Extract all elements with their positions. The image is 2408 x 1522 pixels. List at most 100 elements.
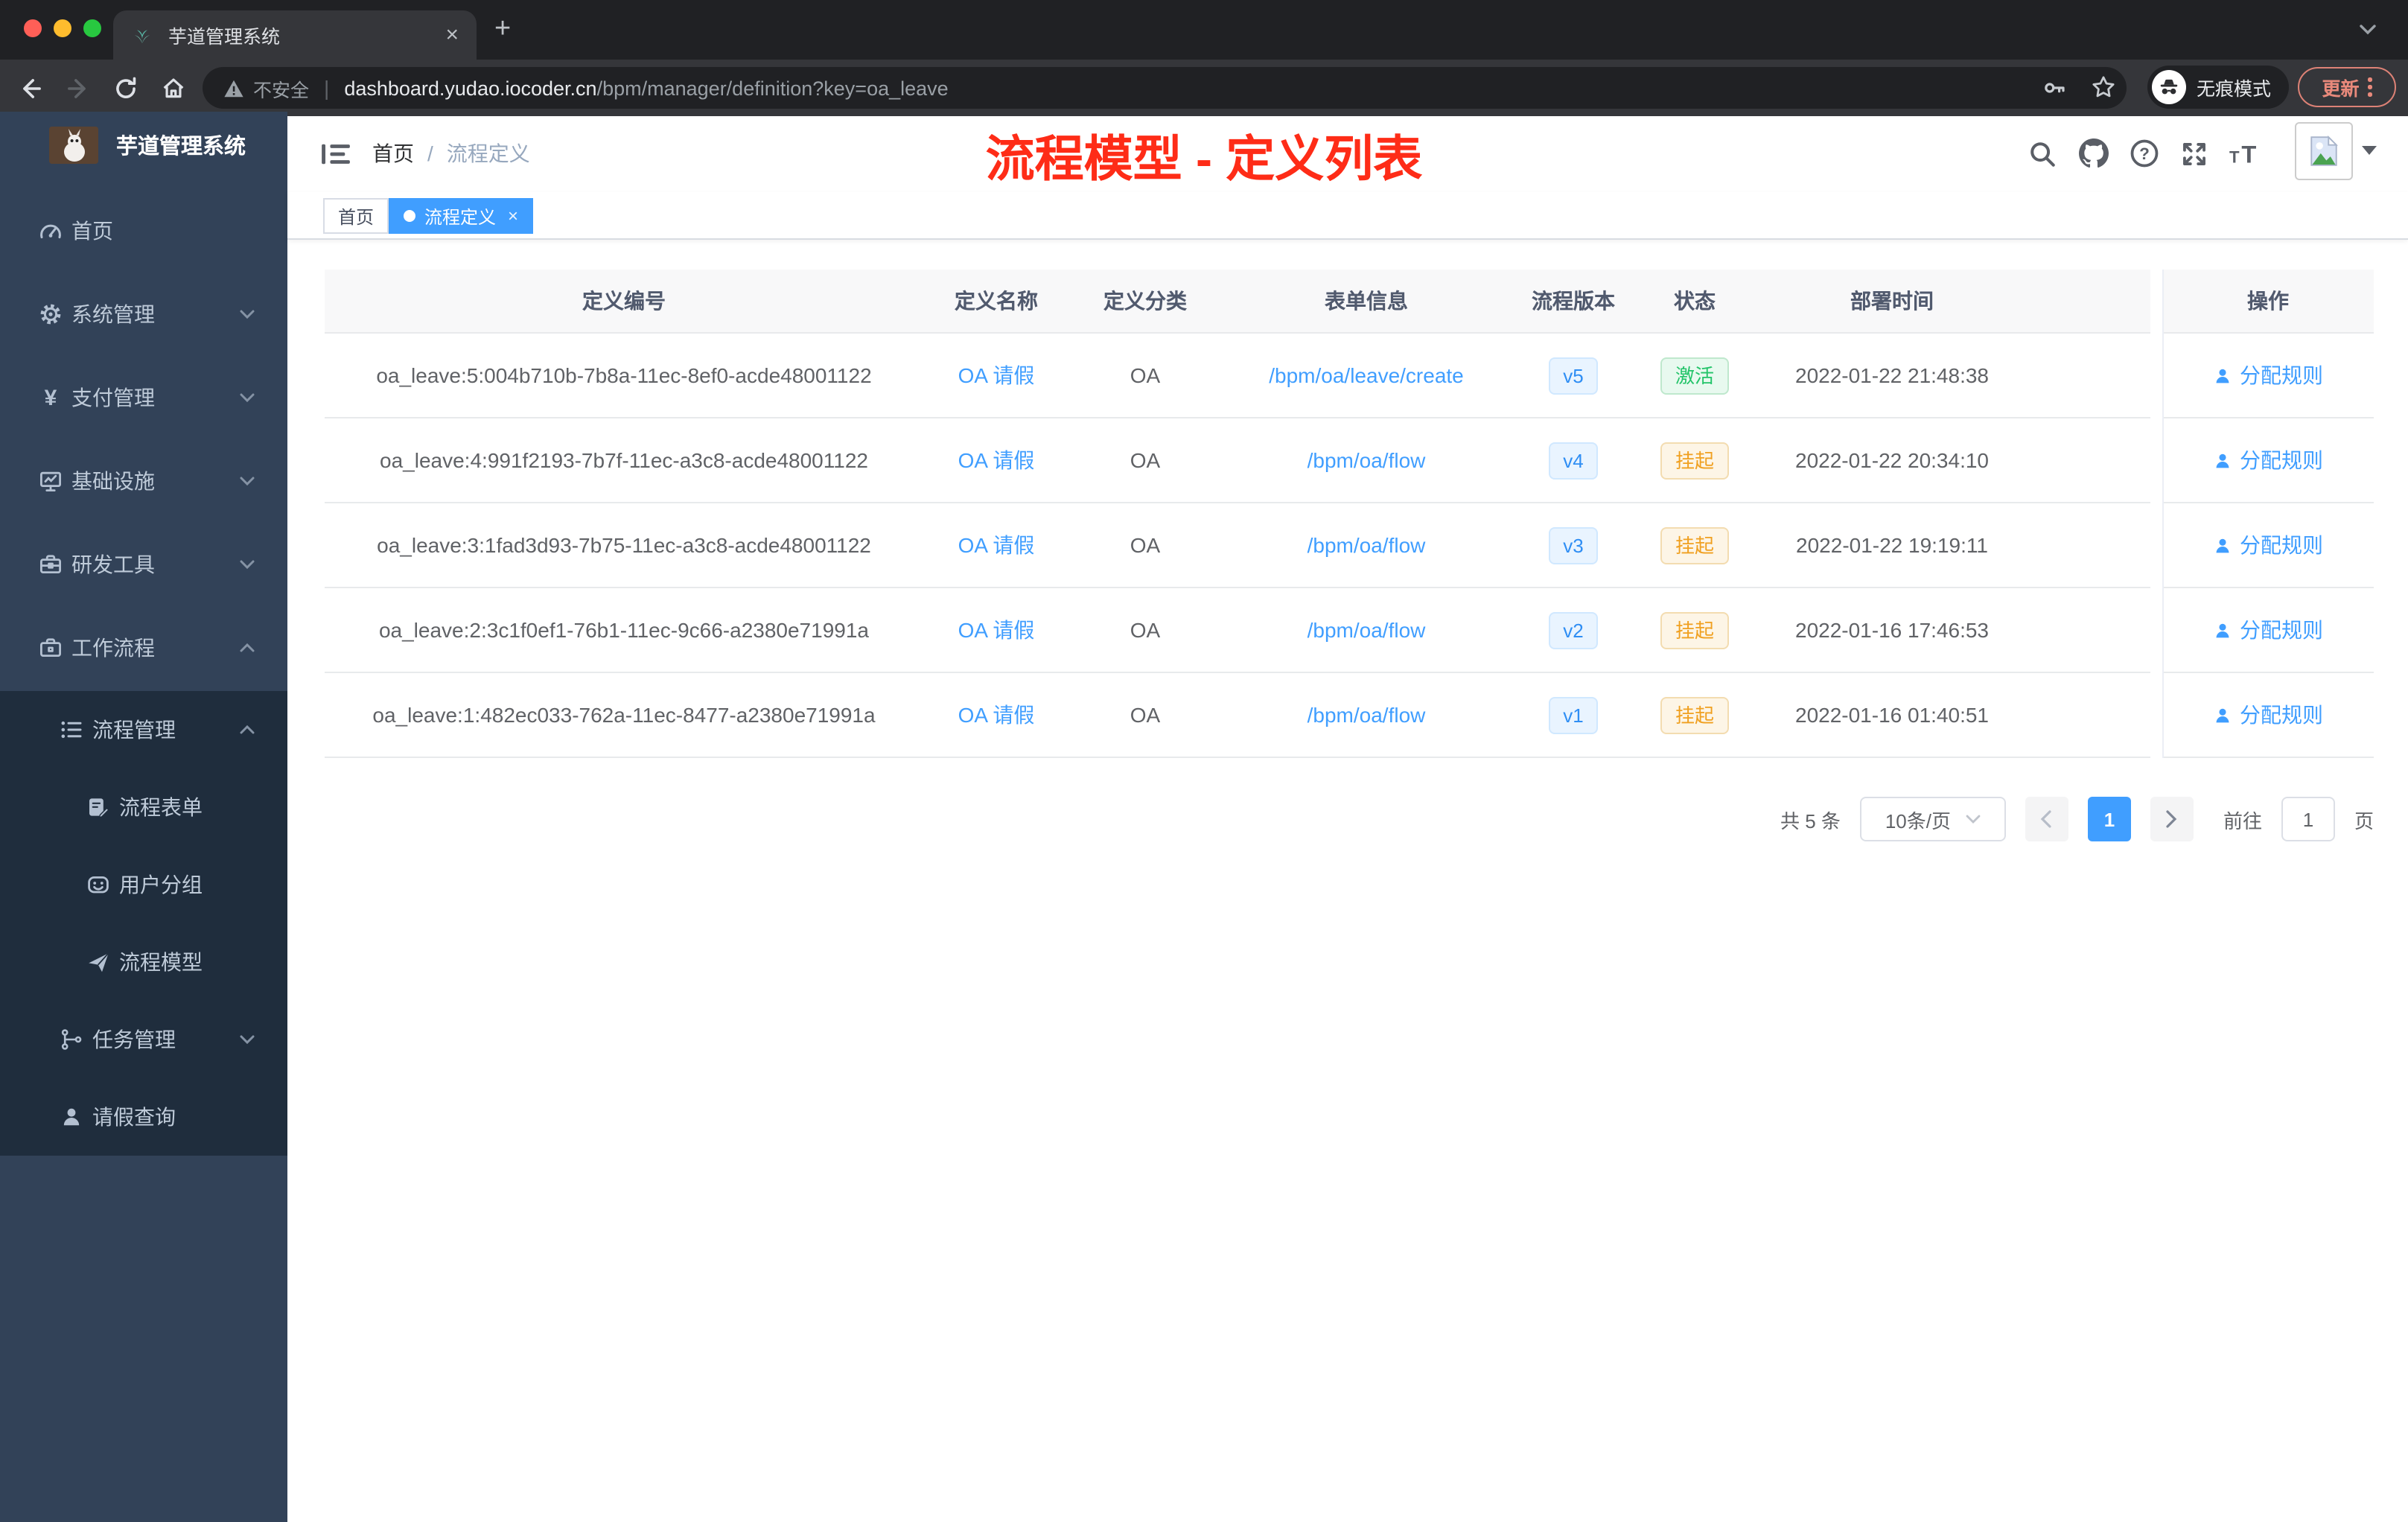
tab-search-chevron-icon[interactable]	[2359, 24, 2377, 36]
zoom-window-button[interactable]	[83, 19, 101, 37]
definition-category: OA	[1130, 618, 1161, 642]
svg-text:T: T	[2241, 140, 2256, 168]
key-icon[interactable]	[2043, 76, 2067, 100]
definition-name-link[interactable]: OA 请假	[958, 703, 1035, 727]
sidebar-item-user-group[interactable]: 用户分组	[0, 846, 287, 923]
forward-button[interactable]	[60, 71, 95, 104]
sidebar-item-system[interactable]: 系统管理	[0, 273, 287, 356]
form-link[interactable]: /bpm/oa/flow	[1307, 618, 1426, 642]
status-badge: 挂起	[1660, 442, 1729, 479]
reload-button[interactable]	[107, 71, 143, 104]
sidebar-logo[interactable]: 芋道管理系统	[0, 112, 287, 177]
close-window-button[interactable]	[24, 19, 42, 37]
sidebar-item-workflow[interactable]: 工作流程	[0, 606, 287, 690]
form-link[interactable]: /bpm/oa/flow	[1307, 533, 1426, 557]
search-button[interactable]	[2025, 136, 2060, 171]
font-size-icon[interactable]: TT	[2228, 136, 2262, 171]
fullscreen-icon[interactable]	[2177, 136, 2211, 171]
help-icon[interactable]: ?	[2127, 136, 2161, 171]
workflow-submenu: 流程管理 流程表单 用户分组 流程模型 任务管理 请假查询	[0, 691, 287, 1156]
sidebar-item-process-form[interactable]: 流程表单	[0, 768, 287, 846]
yen-icon: ¥	[44, 386, 57, 411]
list-icon	[60, 718, 83, 742]
leaf-favicon-icon	[131, 24, 153, 46]
security-label[interactable]: 不安全	[253, 74, 309, 102]
page-size-select[interactable]: 10条/页	[1859, 797, 2006, 841]
definition-name-link[interactable]: OA 请假	[958, 618, 1035, 642]
definition-id: oa_leave:3:1fad3d93-7b75-11ec-a3c8-acde4…	[377, 533, 871, 557]
browser-window: 芋道管理系统 × + 不安全 | dashboard.yudao.iocoder…	[0, 0, 2408, 1522]
column-header-name: 定义名称	[955, 289, 1038, 313]
status-badge: 挂起	[1660, 696, 1729, 733]
user-avatar[interactable]	[2295, 122, 2353, 180]
column-header-id: 定义编号	[582, 289, 666, 313]
back-button[interactable]	[12, 71, 48, 104]
user-group-icon	[86, 873, 110, 897]
logo-image	[49, 126, 98, 163]
assign-rule-link[interactable]: 分配规则	[2213, 360, 2323, 390]
sidebar-toggle-button[interactable]	[316, 136, 354, 171]
assign-rule-link[interactable]: 分配规则	[2213, 530, 2323, 560]
chevron-down-icon	[240, 393, 255, 402]
monitor-icon	[39, 469, 63, 493]
definition-name-link[interactable]: OA 请假	[958, 533, 1035, 557]
tree-icon	[60, 1028, 83, 1051]
tag-close-icon[interactable]: ×	[508, 206, 518, 226]
sidebar-item-task-management[interactable]: 任务管理	[0, 1001, 287, 1078]
user-icon	[2216, 368, 2229, 383]
update-button[interactable]: 更新	[2298, 67, 2396, 107]
new-tab-button[interactable]: +	[494, 15, 511, 43]
goto-page-input[interactable]	[2281, 797, 2335, 841]
minimize-window-button[interactable]	[54, 19, 71, 37]
star-icon[interactable]	[2091, 74, 2116, 100]
definition-name-link[interactable]: OA 请假	[958, 363, 1035, 387]
chevron-down-icon	[240, 477, 255, 485]
sidebar-item-label: 研发工具	[71, 553, 155, 576]
incognito-chip[interactable]: 无痕模式	[2147, 66, 2289, 109]
version-badge: v3	[1548, 526, 1599, 564]
form-link[interactable]: /bpm/oa/flow	[1307, 703, 1426, 727]
more-menu-dots-icon[interactable]	[2368, 77, 2372, 97]
current-page-button[interactable]: 1	[2087, 797, 2131, 841]
sidebar-item-process-management[interactable]: 流程管理	[0, 691, 287, 768]
sidebar-item-label: 流程管理	[92, 718, 176, 742]
tab-close-icon[interactable]: ×	[445, 22, 459, 48]
chevron-down-icon	[1966, 815, 1981, 824]
sidebar-item-infrastructure[interactable]: 基础设施	[0, 439, 287, 523]
sidebar-item-process-model[interactable]: 流程模型	[0, 923, 287, 1001]
sidebar-item-label: 工作流程	[71, 636, 155, 660]
definition-name-link[interactable]: OA 请假	[958, 448, 1035, 472]
table-row: oa_leave:2:3c1f0ef1-76b1-11ec-9c66-a2380…	[325, 588, 2150, 673]
sidebar-item-leave-query[interactable]: 请假查询	[0, 1078, 287, 1156]
user-icon	[2216, 707, 2229, 722]
next-page-button[interactable]	[2150, 797, 2194, 841]
sidebar-item-home[interactable]: 首页	[0, 189, 287, 273]
sidebar-item-devtools[interactable]: 研发工具	[0, 523, 287, 606]
page-size-value: 10条/页	[1885, 809, 1951, 832]
active-dot-icon	[404, 210, 415, 222]
caret-down-icon[interactable]	[2362, 146, 2377, 155]
table-row: oa_leave:5:004b710b-7b8a-11ec-8ef0-acde4…	[325, 334, 2150, 418]
column-header-category: 定义分类	[1103, 289, 1187, 313]
tag-process-definition[interactable]: 流程定义 ×	[389, 198, 534, 234]
assign-rule-link[interactable]: 分配规则	[2213, 445, 2323, 475]
browser-tab[interactable]: 芋道管理系统 ×	[113, 10, 477, 60]
form-link[interactable]: /bpm/oa/leave/create	[1269, 363, 1464, 387]
address-bar[interactable]: 不安全 | dashboard.yudao.iocoder.cn/bpm/man…	[203, 67, 2127, 109]
assign-rule-link[interactable]: 分配规则	[2213, 700, 2323, 730]
github-icon[interactable]	[2076, 136, 2110, 171]
tag-home[interactable]: 首页	[323, 198, 389, 234]
assign-rule-link[interactable]: 分配规则	[2213, 615, 2323, 645]
status-badge: 激活	[1660, 357, 1729, 394]
prev-page-button[interactable]	[2025, 797, 2068, 841]
breadcrumb-home[interactable]: 首页	[372, 138, 414, 168]
form-icon	[86, 795, 110, 819]
home-button[interactable]	[155, 71, 191, 104]
table-row: oa_leave:4:991f2193-7b7f-11ec-a3c8-acde4…	[325, 418, 2150, 503]
url-divider: |	[324, 76, 330, 100]
definition-category: OA	[1130, 363, 1161, 387]
deploy-time: 2022-01-22 19:19:11	[1796, 533, 1988, 557]
form-link[interactable]: /bpm/oa/flow	[1307, 448, 1426, 472]
svg-text:?: ?	[2138, 144, 2149, 163]
sidebar-item-payment[interactable]: ¥ 支付管理	[0, 356, 287, 439]
